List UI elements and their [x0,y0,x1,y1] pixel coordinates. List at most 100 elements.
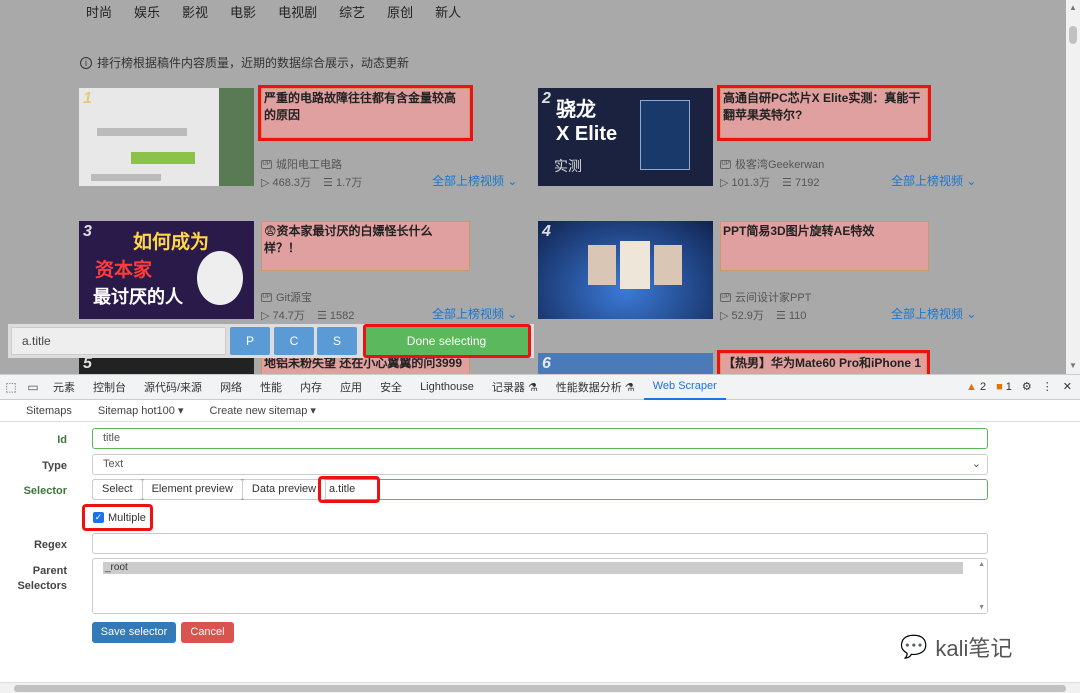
horizontal-scrollbar[interactable] [0,682,1080,693]
nav-item[interactable]: 电视剧 [278,2,317,21]
danmaku-count: ☰ 1.7万 [323,177,363,189]
message-icon: ■ [996,380,1003,393]
nav-item[interactable]: 影视 [182,2,208,21]
author[interactable]: UP 云间设计家PPT [720,289,811,305]
web-page-viewport: 时尚 娱乐 影视 电影 电视剧 综艺 原创 新人 i 排行榜根据稿件内容质量，近… [0,0,1066,374]
vertical-scrollbar[interactable]: ▲ ▼ [1066,0,1080,374]
select-button[interactable]: Select [92,479,143,500]
more-menu-icon[interactable]: ⋮ [1042,380,1053,393]
parent-button[interactable]: P [230,327,270,355]
tab-performance[interactable]: 性能 [251,379,291,395]
nav-item[interactable]: 娱乐 [134,2,160,21]
tab-recorder[interactable]: 记录器 ⚗ [483,379,547,395]
tab-memory[interactable]: 内存 [291,379,331,395]
save-selector-button[interactable]: Save selector [92,622,176,643]
tab-network[interactable]: 网络 [211,379,251,395]
data-preview-button[interactable]: Data preview [241,479,327,500]
all-videos-link[interactable]: 全部上榜视频 ⌄ [891,305,976,322]
rank-number: 4 [542,223,551,240]
author-name: 极客湾Geekerwan [735,159,825,171]
nav-create-sitemap[interactable]: Create new sitemap ▾ [210,404,316,417]
all-videos-link[interactable]: 全部上榜视频 ⌄ [432,305,517,322]
tab-application[interactable]: 应用 [331,379,371,395]
tab-sources[interactable]: 源代码/来源 [135,379,211,395]
selector-input[interactable]: a.title [11,327,226,355]
nav-sitemaps[interactable]: Sitemaps [26,405,72,417]
id-input[interactable]: title [92,428,988,449]
nav-item[interactable]: 综艺 [339,2,365,21]
video-thumbnail[interactable]: 骁龙 X Elite 实测 2 [538,88,713,186]
danmaku-count: ☰ 1582 [316,309,355,322]
info-icon: i [80,56,92,69]
parent-option[interactable]: _root [103,562,963,574]
device-toggle-icon[interactable]: ▭ [22,380,44,394]
inspect-icon[interactable]: ⬚ [0,380,22,394]
error-badge[interactable]: ■ 1 [996,381,1012,393]
ranking-notice: i 排行榜根据稿件内容质量，近期的数据综合展示，动态更新 [80,54,409,71]
element-preview-button[interactable]: Element preview [141,479,243,500]
scroll-thumb[interactable] [14,685,1066,692]
selector-label: Selector [23,485,67,497]
video-title-link[interactable]: 😨资本家最讨厌的白嫖怪长什么样？！ [261,221,470,271]
scroll-thumb[interactable] [1069,26,1077,44]
tab-performance-insights[interactable]: 性能数据分析 ⚗ [547,379,644,395]
play-count: ▷ 52.9万 [720,310,764,322]
tab-web-scraper[interactable]: Web Scraper [643,374,726,400]
chevron-down-icon: ⌄ [971,458,981,470]
checkbox-checked-icon[interactable]: ✓ [93,512,104,523]
warning-badge[interactable]: ▲ 2 [966,381,986,393]
play-icon: ▷ [261,177,273,189]
all-videos-link[interactable]: 全部上榜视频 ⌄ [891,172,976,189]
scroll-up-icon[interactable]: ▲ [1069,3,1077,12]
video-thumbnail[interactable]: 1 [79,88,254,186]
scroll-down-icon[interactable]: ▼ [1069,361,1077,370]
tab-console[interactable]: 控制台 [84,379,135,395]
nav-sitemap[interactable]: Sitemap hot100 ▾ [98,404,184,417]
all-videos-link[interactable]: 全部上榜视频 ⌄ [432,172,517,189]
uploader-icon: UP [261,159,272,169]
select-button[interactable]: S [317,327,357,355]
gear-icon[interactable]: ⚙ [1022,380,1032,393]
type-select[interactable]: Text ⌄ [92,454,988,475]
tab-security[interactable]: 安全 [371,379,411,395]
multiple-checkbox-row[interactable]: ✓ Multiple [82,504,153,531]
tab-lighthouse[interactable]: Lighthouse [411,381,483,393]
rank-number: 1 [83,90,92,107]
regex-input[interactable] [92,533,988,554]
scroll-up-icon[interactable]: ▲ [978,561,985,568]
rank-number: 6 [542,355,551,372]
video-title-link[interactable]: PPT简易3D图片旋转AE特效 [720,221,929,271]
rank-number: 3 [83,223,92,240]
author-name: 城阳电工电路 [276,159,342,171]
video-thumbnail[interactable]: 如何成为 资本家 最讨厌的人 3 [79,221,254,319]
video-title-link[interactable]: 【热男】华为Mate60 Pro和iPhone 1 [717,350,930,374]
watermark: 💬 kali笔记 [900,631,1012,663]
nav-item[interactable]: 新人 [435,2,461,21]
devtools-tabbar: ⬚ ▭ 元素 控制台 源代码/来源 网络 性能 内存 应用 安全 Lightho… [0,374,1080,400]
author[interactable]: UP 极客湾Geekerwan [720,156,824,172]
notice-text: 排行榜根据稿件内容质量，近期的数据综合展示，动态更新 [97,56,410,70]
selector-input[interactable]: a.title [318,476,380,503]
tab-elements[interactable]: 元素 [44,379,84,395]
close-icon[interactable]: ✕ [1063,380,1072,393]
play-icon: ▷ [720,177,732,189]
video-stats: ▷ 468.3万 ☰ 1.7万 [261,174,362,190]
author[interactable]: UP 城阳电工电路 [261,156,342,172]
danmaku-count: ☰ 7192 [782,176,820,189]
author[interactable]: UP Git源宝 [261,289,312,305]
video-thumbnail[interactable]: 6 [538,353,713,374]
child-button[interactable]: C [274,327,314,355]
selector-actions: Select Element preview Data preview [92,479,327,500]
video-title-link[interactable]: 严重的电路故障往往都有含金量较高的原因 [258,85,473,141]
nav-item[interactable]: 原创 [387,2,413,21]
video-title-link[interactable]: 高通自研PC芯片X Elite实测：真能干翻苹果英特尔? [717,85,931,141]
nav-item[interactable]: 时尚 [86,2,112,21]
play-count: ▷ 101.3万 [720,177,771,189]
nav-item[interactable]: 电影 [230,2,256,21]
cancel-button[interactable]: Cancel [181,622,234,643]
parent-selectors-list[interactable]: _root ▲ ▼ [92,558,988,614]
video-thumbnail[interactable]: 4 [538,221,713,319]
video-stats: ▷ 52.9万 ☰ 110 [720,307,806,323]
uploader-icon: UP [720,292,731,302]
scroll-down-icon[interactable]: ▼ [978,604,985,611]
